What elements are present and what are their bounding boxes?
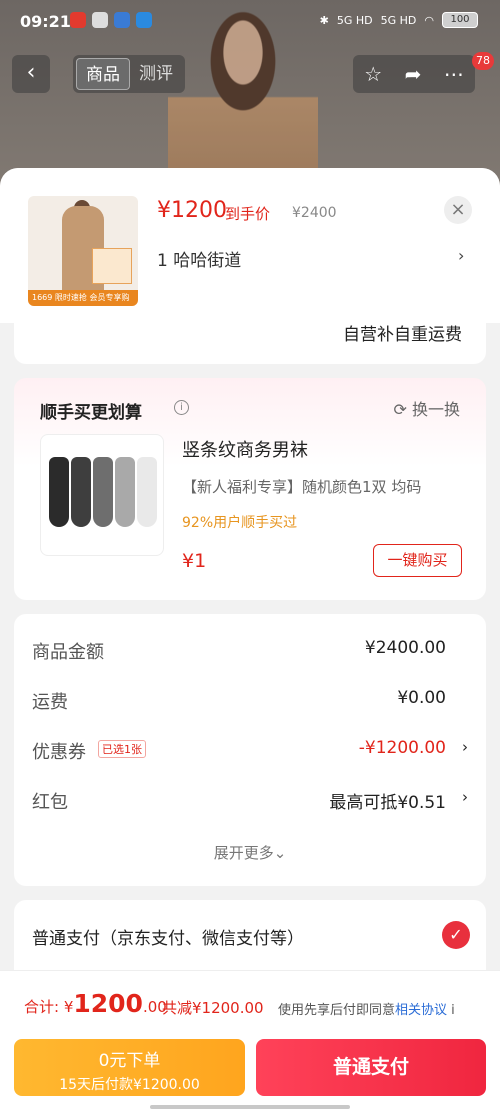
normal-pay-button[interactable]: 普通支付 (256, 1039, 486, 1096)
coupon-label: 优惠券 (32, 742, 86, 763)
nav-actions: ☆ ➦ ⋯ (353, 55, 475, 93)
total-currency: ¥ (63, 998, 74, 1016)
status-right: ✱ 5G HD 5G HD ◠ 100 (320, 12, 478, 28)
wifi-icon: ◠ (424, 13, 434, 27)
agreement-text: 使用先享后付即同意相关协议 i (278, 999, 455, 1018)
shipping-card: 自营补自重运费 (14, 318, 486, 364)
share-icon[interactable]: ➦ (405, 62, 422, 86)
more-icon[interactable]: ⋯ (444, 62, 464, 86)
info-icon[interactable]: i (451, 1003, 455, 1018)
star-icon[interactable]: ☆ (364, 62, 382, 86)
total-integer: 1200 (73, 989, 143, 1018)
redpack-row[interactable]: 红包 最高可抵¥0.51 › (32, 788, 468, 818)
alipay-icon (136, 12, 152, 28)
message-badge: 78 (472, 52, 494, 70)
sock-darkgray (71, 457, 91, 527)
sock-lightgray (115, 457, 135, 527)
expand-more-button[interactable]: 展开更多⌄ (14, 842, 486, 863)
info-icon[interactable]: i (174, 400, 189, 415)
payment-method-label: 普通支付（京东支付、微信支付等） (32, 929, 304, 949)
chevron-right-icon[interactable]: › (458, 246, 464, 265)
total-label: 合计: (24, 998, 64, 1016)
nav-tabs: 商品 测评 (73, 55, 185, 93)
coupon-selected-tag: 已选1张 (98, 740, 146, 758)
pay-later-button[interactable]: 0元下单 15天后付款¥1200.00 (14, 1039, 245, 1096)
sock-black (49, 457, 69, 527)
chevron-right-icon: › (462, 788, 468, 806)
goods-amount-label: 商品金额 (32, 642, 104, 663)
coupon-row[interactable]: 优惠券 已选1张 -¥1200.00 › (32, 738, 468, 768)
product-thumbnail: 1669 限时速抢 会员专享购 (28, 196, 138, 306)
pay-later-title: 0元下单 (98, 1051, 161, 1071)
signal-1: 5G HD (336, 13, 373, 27)
back-button[interactable]: ‹ (12, 55, 50, 93)
tab-product[interactable]: 商品 (76, 58, 130, 90)
bluetooth-icon: ✱ (319, 13, 329, 27)
upsell-price: ¥1 (182, 550, 207, 572)
home-indicator (150, 1105, 350, 1109)
app-icon (114, 12, 130, 28)
thumb-price: 1669 (32, 293, 53, 302)
thumb-banner: 1669 限时速抢 会员专享购 (28, 290, 138, 306)
status-bar: 09:21 ✱ 5G HD 5G HD ◠ 100 (0, 0, 500, 44)
price-summary-card: 商品金额 ¥2400.00 运费 ¥0.00 优惠券 已选1张 -¥1200.0… (14, 614, 486, 886)
upsell-percent: 92%用户顺手买过 (182, 515, 298, 531)
status-time: 09:21 (20, 12, 71, 31)
freight-label: 运费 (32, 692, 68, 713)
upsell-product-desc: 【新人福利专享】随机颜色1双 均码 (182, 478, 422, 496)
refresh-icon: ⟳ (393, 400, 412, 419)
redpack-label: 红包 (32, 792, 68, 813)
upsell-card: 顺手买更划算 i ⟳ 换一换 竖条纹商务男袜 【新人福利专享】随机颜色1双 均码… (14, 378, 486, 600)
sock-gray (93, 457, 113, 527)
thumb-promo-tag (92, 248, 132, 284)
weibo-icon (70, 12, 86, 28)
close-button[interactable]: × (444, 196, 472, 224)
agreement-link[interactable]: 相关协议 (395, 1003, 447, 1018)
signal-2: 5G HD (380, 13, 417, 27)
tab-review[interactable]: 测评 (130, 58, 182, 90)
goods-amount-row: 商品金额 ¥2400.00 (32, 638, 468, 668)
thumb-banner-text: 限时速抢 会员专享购 (54, 293, 130, 302)
total-amount: 合计: ¥1200.00 (24, 989, 167, 1018)
freight-value: ¥0.00 (397, 688, 446, 708)
saved-amount: 共减¥1200.00 (162, 999, 264, 1017)
socks-image[interactable] (40, 434, 164, 556)
one-click-buy-button[interactable]: 一键购买 (373, 544, 462, 577)
shipping-text: 自营补自重运费 (343, 325, 462, 345)
pay-later-subtitle: 15天后付款¥1200.00 (59, 1077, 200, 1093)
chevron-right-icon: › (462, 738, 468, 756)
swap-label: 换一换 (411, 400, 460, 419)
upsell-product-name[interactable]: 竖条纹商务男袜 (182, 436, 308, 462)
payment-method-card[interactable]: 普通支付（京东支付、微信支付等） ✓ (14, 900, 486, 970)
original-price: ¥2400 (292, 205, 337, 221)
battery-icon: 100 (442, 12, 478, 28)
goods-amount-value: ¥2400.00 (364, 638, 446, 658)
product-header: 1669 限时速抢 会员专享购 ¥1200 到手价 ¥2400 × 1 哈哈街道… (0, 168, 500, 323)
checkout-footer: 合计: ¥1200.00 共减¥1200.00 使用先享后付即同意相关协议 i … (0, 970, 500, 1111)
delivery-address[interactable]: 1 哈哈街道 (157, 246, 241, 271)
upsell-title: 顺手买更划算 (40, 403, 142, 423)
agreement-prefix: 使用先享后付即同意 (278, 1003, 396, 1018)
check-icon[interactable]: ✓ (442, 921, 470, 949)
swap-button[interactable]: ⟳ 换一换 (393, 396, 460, 420)
coupon-value: -¥1200.00 (358, 738, 446, 758)
redpack-value: 最高可抵¥0.51 (329, 793, 446, 813)
clipboard-icon (92, 12, 108, 28)
status-app-icons (70, 12, 152, 28)
freight-row: 运费 ¥0.00 (32, 688, 468, 718)
sock-white (137, 457, 157, 527)
price-tag: 到手价 (225, 205, 271, 223)
product-price: ¥1200 (157, 198, 227, 223)
